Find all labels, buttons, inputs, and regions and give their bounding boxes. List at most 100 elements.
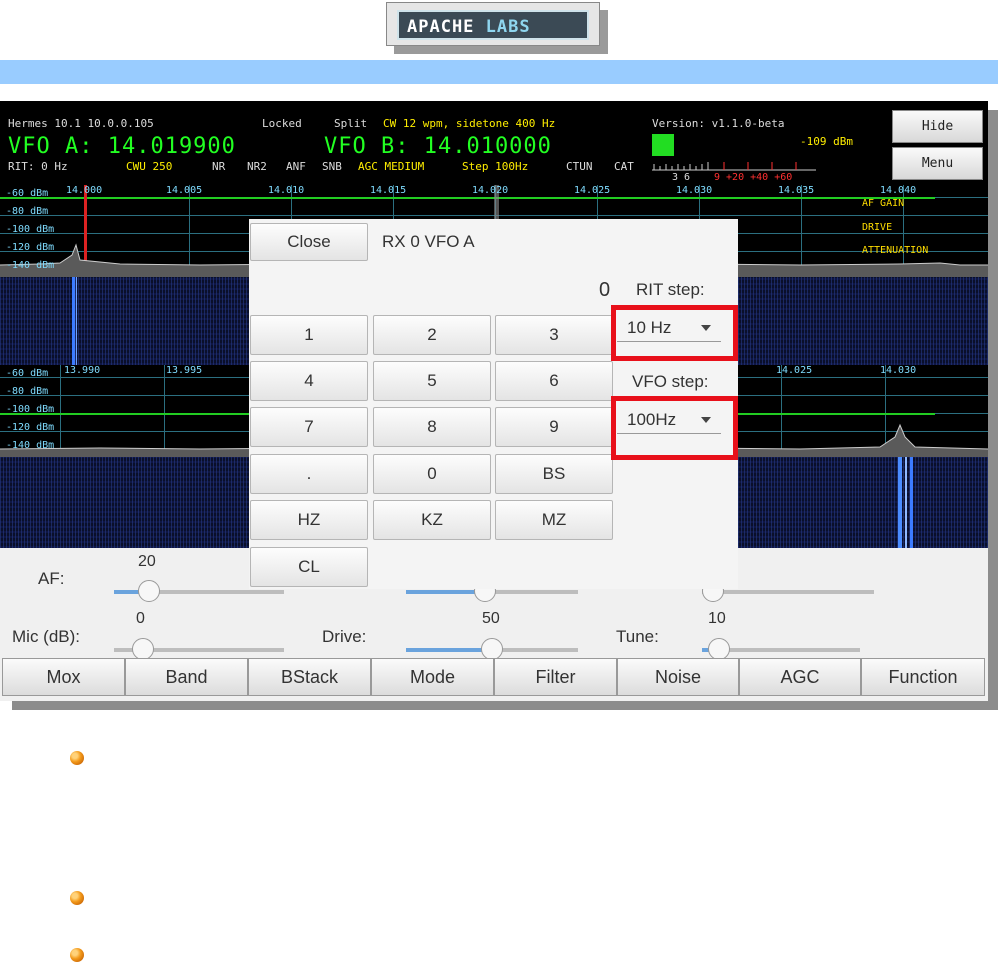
- mhz-button[interactable]: MZ: [495, 500, 613, 540]
- hide-button[interactable]: Hide: [892, 110, 983, 143]
- db-label: -140 dBm: [6, 440, 55, 451]
- freq-label: 14.040: [880, 185, 917, 196]
- mic-slider-thumb[interactable]: [132, 638, 154, 660]
- tune-slider[interactable]: [702, 638, 860, 660]
- freq-label: 14.025: [574, 185, 611, 196]
- freq-label: 14.000: [66, 185, 103, 196]
- drive-value: 50: [482, 610, 500, 627]
- highlight-vfo-step: [611, 396, 738, 460]
- rit-indicator[interactable]: RIT: 0 Hz: [8, 160, 68, 173]
- ctun-indicator[interactable]: CTUN: [566, 160, 593, 173]
- key-6[interactable]: 6: [495, 361, 613, 401]
- version-text: Version: v1.1.0-beta: [652, 117, 785, 130]
- db-label: -140 dBm: [6, 260, 55, 271]
- clear-button[interactable]: CL: [250, 547, 368, 587]
- mic-slider[interactable]: [114, 638, 284, 660]
- key-4[interactable]: 4: [250, 361, 368, 401]
- function-button[interactable]: Function: [861, 658, 985, 696]
- bullet-icon: [70, 948, 84, 962]
- af-label: AF:: [38, 569, 65, 588]
- mode-filter-indicator[interactable]: CWU 250: [126, 160, 172, 173]
- af-value: 20: [138, 553, 156, 570]
- drive-slider[interactable]: [406, 638, 578, 660]
- backspace-button[interactable]: BS: [495, 454, 613, 494]
- menu-button[interactable]: Menu: [892, 147, 983, 180]
- key-8[interactable]: 8: [373, 407, 491, 447]
- freq-label: 13.990: [64, 365, 101, 376]
- khz-button[interactable]: KZ: [373, 500, 491, 540]
- tune-slider-thumb[interactable]: [708, 638, 730, 660]
- split-indicator[interactable]: Split: [334, 117, 367, 130]
- key-1[interactable]: 1: [250, 315, 368, 355]
- bottom-toolbar: Mox Band BStack Mode Filter Noise AGC Fu…: [0, 658, 988, 696]
- mox-button[interactable]: Mox: [2, 658, 125, 696]
- step-indicator[interactable]: Step 100Hz: [462, 160, 528, 173]
- band-button[interactable]: Band: [125, 658, 248, 696]
- tune-label: Tune:: [616, 627, 659, 646]
- freq-label: 14.020: [472, 185, 509, 196]
- db-label: -80 dBm: [6, 206, 49, 217]
- apache-labs-logo: APACHE LABS: [386, 2, 608, 54]
- freq-label: 14.035: [778, 185, 815, 196]
- meter-scale-high: 9 +20 +40 +60: [714, 172, 793, 183]
- radio-info: Hermes 10.1 10.0.0.105: [8, 117, 154, 130]
- bullet-icon: [70, 751, 84, 765]
- db-label: -100 dBm: [6, 404, 55, 415]
- s-meter: 3 6 9 +20 +40 +60: [652, 134, 822, 184]
- meter-scale-low: 3 6: [672, 172, 691, 183]
- key-0[interactable]: 0: [373, 454, 491, 494]
- key-2[interactable]: 2: [373, 315, 491, 355]
- noise-button[interactable]: Noise: [617, 658, 739, 696]
- db-label: -120 dBm: [6, 422, 55, 433]
- snb-indicator[interactable]: SNB: [322, 160, 342, 173]
- middle-slider-partial[interactable]: [406, 580, 578, 602]
- app-screenshot: Hermes 10.1 10.0.0.105 Locked Split CW 1…: [0, 101, 988, 701]
- af-slider[interactable]: [114, 580, 284, 602]
- vfo-b-frequency[interactable]: VFO B: 14.010000: [324, 134, 552, 159]
- af-slider-thumb[interactable]: [138, 580, 160, 602]
- drive-slider-thumb[interactable]: [481, 638, 503, 660]
- freq-label: 14.005: [166, 185, 203, 196]
- key-dot[interactable]: .: [250, 454, 368, 494]
- key-3[interactable]: 3: [495, 315, 613, 355]
- logo-word-apache: APACHE: [407, 17, 475, 37]
- db-label: -120 dBm: [6, 242, 55, 253]
- vfo-step-label: VFO step:: [632, 372, 709, 391]
- freq-label: 14.030: [676, 185, 713, 196]
- anf-indicator[interactable]: ANF: [286, 160, 306, 173]
- nr2-indicator[interactable]: NR2: [247, 160, 267, 173]
- mode-button[interactable]: Mode: [371, 658, 494, 696]
- bstack-button[interactable]: BStack: [248, 658, 371, 696]
- vfo-a-frequency[interactable]: VFO A: 14.019900: [8, 134, 236, 159]
- drive-label: Drive:: [322, 627, 367, 646]
- tune-value: 10: [708, 610, 726, 627]
- agc-indicator[interactable]: AGC MEDIUM: [358, 160, 424, 173]
- key-7[interactable]: 7: [250, 407, 368, 447]
- status-area: Hermes 10.1 10.0.0.105 Locked Split CW 1…: [0, 101, 890, 185]
- locked-indicator[interactable]: Locked: [262, 117, 302, 130]
- db-label: -80 dBm: [6, 386, 49, 397]
- rit-step-label: RIT step:: [636, 280, 705, 299]
- mic-value: 0: [136, 610, 145, 627]
- logo-word-labs: LABS: [485, 17, 531, 37]
- highlight-rit-step: [611, 305, 738, 361]
- header-band: [0, 60, 998, 84]
- filter-button[interactable]: Filter: [494, 658, 617, 696]
- freq-label: 14.025: [776, 365, 813, 376]
- drive-label-overlay: DRIVE: [862, 222, 893, 233]
- key-5[interactable]: 5: [373, 361, 491, 401]
- agc-button[interactable]: AGC: [739, 658, 861, 696]
- af-gain-label: AF GAIN: [862, 198, 905, 209]
- cw-info: CW 12 wpm, sidetone 400 Hz: [383, 117, 556, 130]
- frequency-entry-dialog: Close RX 0 VFO A 0 RIT step: VFO step: 1…: [249, 219, 738, 589]
- freq-label: 13.995: [166, 365, 203, 376]
- hz-button[interactable]: HZ: [250, 500, 368, 540]
- key-9[interactable]: 9: [495, 407, 613, 447]
- cat-indicator[interactable]: CAT: [614, 160, 634, 173]
- right-slider-partial[interactable]: [702, 580, 874, 602]
- mic-label: Mic (dB):: [12, 627, 80, 646]
- entry-value: 0: [599, 279, 611, 301]
- close-button[interactable]: Close: [250, 223, 368, 261]
- nr-indicator[interactable]: NR: [212, 160, 225, 173]
- freq-label: 14.010: [268, 185, 305, 196]
